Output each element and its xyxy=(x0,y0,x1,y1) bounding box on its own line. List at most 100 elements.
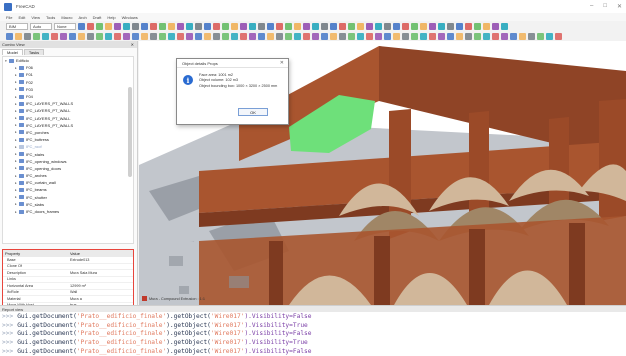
menu-windows[interactable]: Windows xyxy=(122,15,138,20)
toolbar-tool-icon[interactable] xyxy=(249,22,256,30)
toolbar-tool-icon[interactable] xyxy=(177,22,184,30)
toolbar-tool-icon[interactable] xyxy=(420,32,427,40)
toolbar-tool-icon[interactable] xyxy=(348,32,355,40)
expand-toggle-icon[interactable]: ▸ xyxy=(15,123,18,127)
toolbar-tool-icon[interactable] xyxy=(375,22,382,30)
tree-item[interactable]: ▸ F03 xyxy=(3,86,133,93)
toolbar-tool-icon[interactable] xyxy=(15,32,22,40)
toolbar-tool-icon[interactable] xyxy=(402,32,409,40)
toolbar-tool-icon[interactable] xyxy=(132,22,139,30)
toolbar-tool-icon[interactable] xyxy=(240,22,247,30)
style-selector[interactable]: Auto xyxy=(30,22,52,30)
toolbar-tool-icon[interactable] xyxy=(456,32,463,40)
toolbar-tool-icon[interactable] xyxy=(87,22,94,30)
tree-item[interactable]: ▸ IFC_slabs xyxy=(3,201,133,208)
tree-item[interactable]: ▸ IFC_buttress xyxy=(3,136,133,143)
expand-toggle-icon[interactable]: ▸ xyxy=(15,210,18,214)
tree-item[interactable]: ▸ IFC_shutter xyxy=(3,194,133,201)
toolbar-tool-icon[interactable] xyxy=(312,32,319,40)
toolbar-tool-icon[interactable] xyxy=(105,32,112,40)
toolbar-tool-icon[interactable] xyxy=(438,22,445,30)
tree-item[interactable]: ▸ IFC_LAYERS_PT_WALL xyxy=(3,115,133,122)
expand-toggle-icon[interactable]: ▸ xyxy=(15,95,18,99)
toolbar-tool-icon[interactable] xyxy=(456,22,463,30)
toolbar-tool-icon[interactable] xyxy=(366,22,373,30)
expand-toggle-icon[interactable]: ▸ xyxy=(15,87,18,91)
tree-item[interactable]: ▸ IFC_LAYERS_PT_WALLS xyxy=(3,122,133,129)
toolbar-tool-icon[interactable] xyxy=(510,32,517,40)
tab-model[interactable]: Model xyxy=(2,49,23,55)
tree-item[interactable]: ▸ IFC_LAYERS_PT_WALL xyxy=(3,107,133,114)
tree-item[interactable]: ▾ Edificio xyxy=(3,57,133,64)
toolbar-tool-icon[interactable] xyxy=(501,22,508,30)
menu-macro[interactable]: Macro xyxy=(61,15,72,20)
close-panel-icon[interactable]: ✕ xyxy=(131,42,134,47)
toolbar-tool-icon[interactable] xyxy=(132,32,139,40)
toolbar-tool-icon[interactable] xyxy=(78,22,85,30)
expand-toggle-icon[interactable]: ▸ xyxy=(15,80,18,84)
ok-button[interactable]: OK xyxy=(238,108,268,116)
expand-toggle-icon[interactable]: ▸ xyxy=(15,138,18,142)
property-value[interactable]: Extrude013 xyxy=(68,258,133,262)
toolbar-tool-icon[interactable] xyxy=(294,22,301,30)
toolbar-tool-icon[interactable] xyxy=(114,22,121,30)
toolbar-tool-icon[interactable] xyxy=(195,22,202,30)
toolbar-tool-icon[interactable] xyxy=(114,32,121,40)
toolbar-tool-icon[interactable] xyxy=(267,22,274,30)
tree-item[interactable]: ▸ F06 xyxy=(3,64,133,71)
toolbar-tool-icon[interactable] xyxy=(465,22,472,30)
toolbar-tool-icon[interactable] xyxy=(141,32,148,40)
toolbar-tool-icon[interactable] xyxy=(186,32,193,40)
toolbar-tool-icon[interactable] xyxy=(150,32,157,40)
toolbar-tool-icon[interactable] xyxy=(231,22,238,30)
toolbar-tool-icon[interactable] xyxy=(321,22,328,30)
property-value[interactable]: 12999 m² xyxy=(68,284,133,288)
toolbar-tool-icon[interactable] xyxy=(303,22,310,30)
toolbar-tool-icon[interactable] xyxy=(357,32,364,40)
toolbar-tool-icon[interactable] xyxy=(438,32,445,40)
toolbar-tool-icon[interactable] xyxy=(276,22,283,30)
toolbar-tool-icon[interactable] xyxy=(429,22,436,30)
toolbar-tool-icon[interactable] xyxy=(222,32,229,40)
expand-toggle-icon[interactable]: ▸ xyxy=(15,102,18,106)
toolbar-tool-icon[interactable] xyxy=(420,22,427,30)
toolbar-tool-icon[interactable] xyxy=(204,32,211,40)
expand-toggle-icon[interactable]: ▸ xyxy=(15,202,18,206)
workbench-selector[interactable]: BIM xyxy=(6,22,28,30)
expand-toggle-icon[interactable]: ▸ xyxy=(15,109,18,113)
toolbar-tool-icon[interactable] xyxy=(546,32,553,40)
tree-item[interactable]: ▸ F04 xyxy=(3,93,133,100)
toolbar-tool-icon[interactable] xyxy=(24,32,31,40)
toolbar-tool-icon[interactable] xyxy=(60,32,67,40)
expand-toggle-icon[interactable]: ▸ xyxy=(15,130,18,134)
tree-item[interactable]: ▸ IFC_beams xyxy=(3,186,133,193)
minimize-button[interactable]: – xyxy=(590,3,593,10)
tree-item[interactable]: ▸ IFC_opening_windows xyxy=(3,158,133,165)
model-tree[interactable]: ▾ Edificio ▸ F06 ▸ F01 ▸ F02 ▸ F03 ▸ F04 ▸ IFC_LAYERS… xyxy=(2,56,134,244)
toolbar-tool-icon[interactable] xyxy=(96,22,103,30)
toolbar-tool-icon[interactable] xyxy=(465,32,472,40)
toolbar-tool-icon[interactable] xyxy=(483,22,490,30)
toolbar-tool-icon[interactable] xyxy=(528,32,535,40)
expand-toggle-icon[interactable]: ▸ xyxy=(15,181,18,185)
menu-help[interactable]: Help xyxy=(107,15,115,20)
toolbar-tool-icon[interactable] xyxy=(231,32,238,40)
toolbar-tool-icon[interactable] xyxy=(6,32,13,40)
layer-selector[interactable]: None xyxy=(54,22,76,30)
toolbar-tool-icon[interactable] xyxy=(303,32,310,40)
toolbar-tool-icon[interactable] xyxy=(330,32,337,40)
toolbar-tool-icon[interactable] xyxy=(186,22,193,30)
toolbar-tool-icon[interactable] xyxy=(348,22,355,30)
menu-edit[interactable]: Edit xyxy=(18,15,25,20)
expand-toggle-icon[interactable]: ▸ xyxy=(15,73,18,77)
toolbar-tool-icon[interactable] xyxy=(168,22,175,30)
toolbar-tool-icon[interactable] xyxy=(285,22,292,30)
tree-item[interactable]: ▸ IFC_doors_frames xyxy=(3,208,133,215)
toolbar-tool-icon[interactable] xyxy=(339,22,346,30)
tree-item[interactable]: ▸ IFC_stairs xyxy=(3,150,133,157)
toolbar-tool-icon[interactable] xyxy=(276,32,283,40)
toolbar-tool-icon[interactable] xyxy=(384,32,391,40)
menu-view[interactable]: View xyxy=(31,15,40,20)
toolbar-tool-icon[interactable] xyxy=(213,32,220,40)
toolbar-tool-icon[interactable] xyxy=(357,22,364,30)
